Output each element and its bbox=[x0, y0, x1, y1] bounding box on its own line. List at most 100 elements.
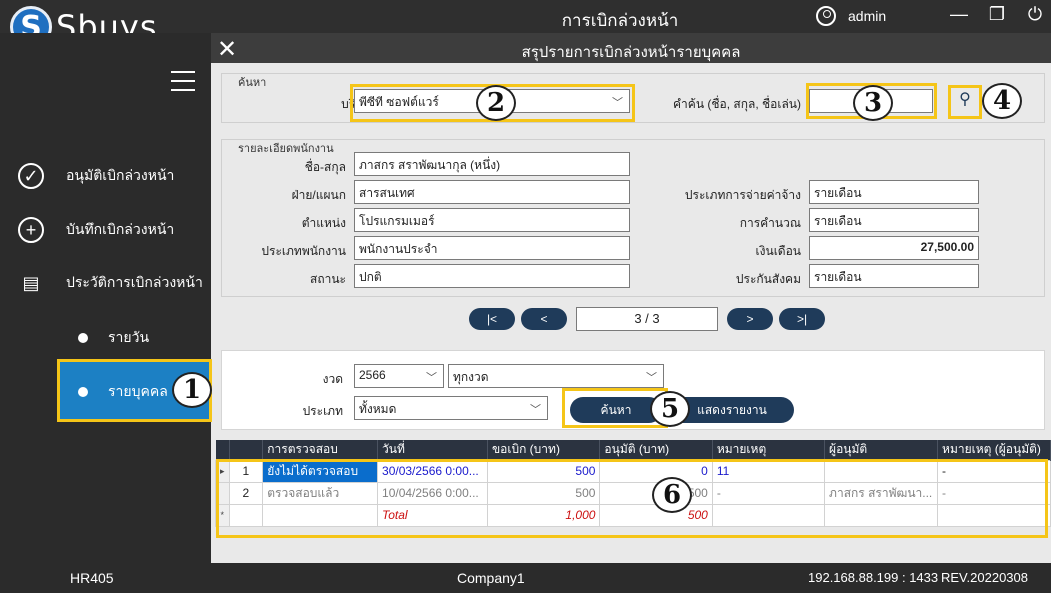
name-field: ภาสกร สราพัฒนากุล (หนึ่ง) bbox=[354, 152, 630, 176]
last-page-button[interactable]: >| bbox=[779, 308, 825, 330]
main-panel: ค้นหา บริษัท พีซีที ซอฟต์แวร์ ﹀ คำค้น (ช… bbox=[211, 63, 1051, 563]
dialog-header: ✕ สรุปรายการเบิกล่วงหน้ารายบุคคล bbox=[211, 33, 1051, 63]
emp-status-label: สถานะ bbox=[310, 272, 346, 286]
prev-page-button[interactable]: < bbox=[521, 308, 567, 330]
note-cell[interactable]: 11 bbox=[711, 459, 826, 483]
dept-field: สารสนเทศ bbox=[354, 180, 630, 204]
year-select-value: 2566 bbox=[359, 368, 386, 382]
sidebar-subitem-daily[interactable]: รายวัน bbox=[78, 327, 149, 349]
approver-cell[interactable] bbox=[824, 459, 939, 483]
sidebar-item-label: ประวัติการเบิกล่วงหน้า bbox=[66, 274, 203, 290]
advance-table: การตรวจสอบ วันที่ ขอเบิก (บาท) อนุมัติ (… bbox=[215, 440, 1051, 527]
first-page-button[interactable]: |< bbox=[469, 308, 515, 330]
column-header[interactable]: หมายเหตุ bbox=[712, 440, 826, 460]
company-select-value: พีซีที ซอฟต์แวร์ bbox=[359, 95, 439, 109]
status-bar: HR405 Company1 192.168.88.199 : 1433 REV… bbox=[0, 563, 1051, 593]
history-document-icon: ▤ bbox=[22, 272, 40, 293]
sidebar-subitem-person-label-wrap[interactable]: รายบุคคล bbox=[78, 381, 168, 403]
empty-cell bbox=[937, 503, 1051, 527]
column-header[interactable]: การตรวจสอบ bbox=[262, 440, 379, 460]
row-number: 1 bbox=[228, 459, 264, 483]
status-rev: REV.20220308 bbox=[941, 570, 1028, 585]
sidebar-item-history[interactable]: ▤ ประวัติการเบิกล่วงหน้า bbox=[18, 270, 203, 296]
approver-note-cell[interactable]: - bbox=[937, 481, 1051, 505]
table-row[interactable]: 2 ตรวจสอบแล้ว 10/04/2566 0:00... 500 500… bbox=[215, 481, 1051, 505]
dept-label: ฝ่าย/แผนก bbox=[291, 188, 346, 202]
user-name: admin bbox=[848, 8, 887, 24]
minimize-icon[interactable]: — bbox=[949, 4, 969, 25]
empty-cell bbox=[711, 503, 826, 527]
chevron-down-icon: ﹀ bbox=[646, 372, 657, 384]
chevron-down-icon: ﹀ bbox=[612, 97, 623, 109]
sidebar-item-record[interactable]: + บันทึกเบิกล่วงหน้า bbox=[18, 217, 174, 243]
window-controls: — ❐ ⏻ bbox=[949, 4, 1045, 25]
empty-cell bbox=[824, 503, 939, 527]
callout-badge-5: 5 bbox=[650, 391, 690, 427]
sidebar-item-approve[interactable]: ✓ อนุมัติเบิกล่วงหน้า bbox=[18, 163, 174, 189]
column-header[interactable]: อนุมัติ (บาท) bbox=[599, 440, 713, 460]
power-icon[interactable]: ⏻ bbox=[1025, 4, 1045, 25]
position-label: ตำแหน่ง bbox=[301, 216, 346, 230]
header-indicator bbox=[215, 440, 230, 460]
ss-field: รายเดือน bbox=[809, 264, 979, 288]
page-indicator: 3 / 3 bbox=[576, 307, 718, 331]
status-code: HR405 bbox=[70, 570, 114, 586]
plus-circle-icon: + bbox=[18, 217, 44, 243]
column-header[interactable]: ผู้อนุมัติ bbox=[824, 440, 939, 460]
calc-label: การคำนวณ bbox=[739, 216, 801, 230]
year-select[interactable]: 2566 ﹀ bbox=[354, 364, 444, 388]
current-row-icon: ▸ bbox=[215, 459, 230, 483]
approver-cell[interactable]: ภาสกร สราพัฒนา... bbox=[824, 481, 939, 505]
sidebar-subitem-label: รายบุคคล bbox=[108, 383, 168, 399]
emp-status-field: ปกติ bbox=[354, 264, 630, 288]
sidebar-item-label: อนุมัติเบิกล่วงหน้า bbox=[66, 167, 175, 183]
table-header: การตรวจสอบ วันที่ ขอเบิก (บาท) อนุมัติ (… bbox=[215, 440, 1051, 460]
date-cell[interactable]: 10/04/2566 0:00... bbox=[377, 481, 488, 505]
app-title: การเบิกล่วงหน้า bbox=[561, 11, 679, 30]
row-number: 2 bbox=[228, 481, 264, 505]
position-field: โปรแกรมเมอร์ bbox=[354, 208, 630, 232]
check-status-cell[interactable]: ตรวจสอบแล้ว bbox=[262, 481, 379, 505]
approve-cell[interactable]: 0 bbox=[599, 459, 713, 483]
next-page-button[interactable]: > bbox=[727, 308, 773, 330]
ss-label: ประกันสังคม bbox=[735, 272, 801, 286]
employee-group-title: รายละเอียดพนักงาน bbox=[238, 143, 334, 155]
request-cell[interactable]: 500 bbox=[486, 481, 601, 505]
type-select-value: ทั้งหมด bbox=[359, 402, 397, 416]
user-menu[interactable]: admin bbox=[816, 6, 886, 26]
sidebar: ✓ อนุมัติเบิกล่วงหน้า + บันทึกเบิกล่วงหน… bbox=[0, 33, 211, 563]
bullet-icon bbox=[78, 333, 88, 343]
name-label: ชื่อ-สกุล bbox=[304, 160, 346, 174]
column-header[interactable]: หมายเหตุ (ผู้อนุมัติ) bbox=[937, 440, 1051, 460]
chevron-down-icon: ﹀ bbox=[530, 404, 541, 416]
check-status-cell[interactable]: ยังไม่ได้ตรวจสอบ bbox=[262, 459, 379, 483]
total-approve: 500 bbox=[599, 503, 713, 527]
salary-field: 27,500.00 bbox=[809, 236, 979, 260]
request-cell[interactable]: 500 bbox=[486, 459, 601, 483]
table-row[interactable]: ▸ 1 ยังไม่ได้ตรวจสอบ 30/03/2566 0:00... … bbox=[215, 459, 1051, 483]
emp-type-field: พนักงานประจำ bbox=[354, 236, 630, 260]
note-cell[interactable]: - bbox=[711, 481, 826, 505]
empty-cell bbox=[262, 503, 379, 527]
column-header[interactable]: วันที่ bbox=[377, 440, 488, 460]
callout-badge-6: 6 bbox=[652, 477, 692, 513]
date-cell[interactable]: 30/03/2566 0:00... bbox=[377, 459, 488, 483]
calc-field: รายเดือน bbox=[809, 208, 979, 232]
hamburger-menu-icon[interactable] bbox=[171, 71, 195, 98]
search-group-title: ค้นหา bbox=[238, 77, 267, 89]
salary-label: เงินเดือน bbox=[755, 244, 801, 258]
type-select[interactable]: ทั้งหมด ﹀ bbox=[354, 396, 548, 420]
chevron-down-icon: ﹀ bbox=[426, 372, 437, 384]
paytype-field: รายเดือน bbox=[809, 180, 979, 204]
column-header[interactable]: ขอเบิก (บาท) bbox=[487, 440, 601, 460]
emp-type-label: ประเภทพนักงาน bbox=[261, 244, 346, 258]
approver-note-cell[interactable]: - bbox=[937, 459, 1051, 483]
header-no bbox=[229, 440, 264, 460]
maximize-icon[interactable]: ❐ bbox=[987, 4, 1007, 25]
period-select[interactable]: ทุกงวด ﹀ bbox=[448, 364, 664, 388]
total-row: * Total 1,000 500 bbox=[215, 503, 1051, 527]
status-server: 192.168.88.199 : 1433 bbox=[808, 570, 939, 585]
search-button[interactable]: ค้นหา bbox=[570, 397, 662, 423]
status-company: Company1 bbox=[457, 570, 525, 586]
search-icon[interactable]: ⚲ bbox=[951, 89, 979, 113]
